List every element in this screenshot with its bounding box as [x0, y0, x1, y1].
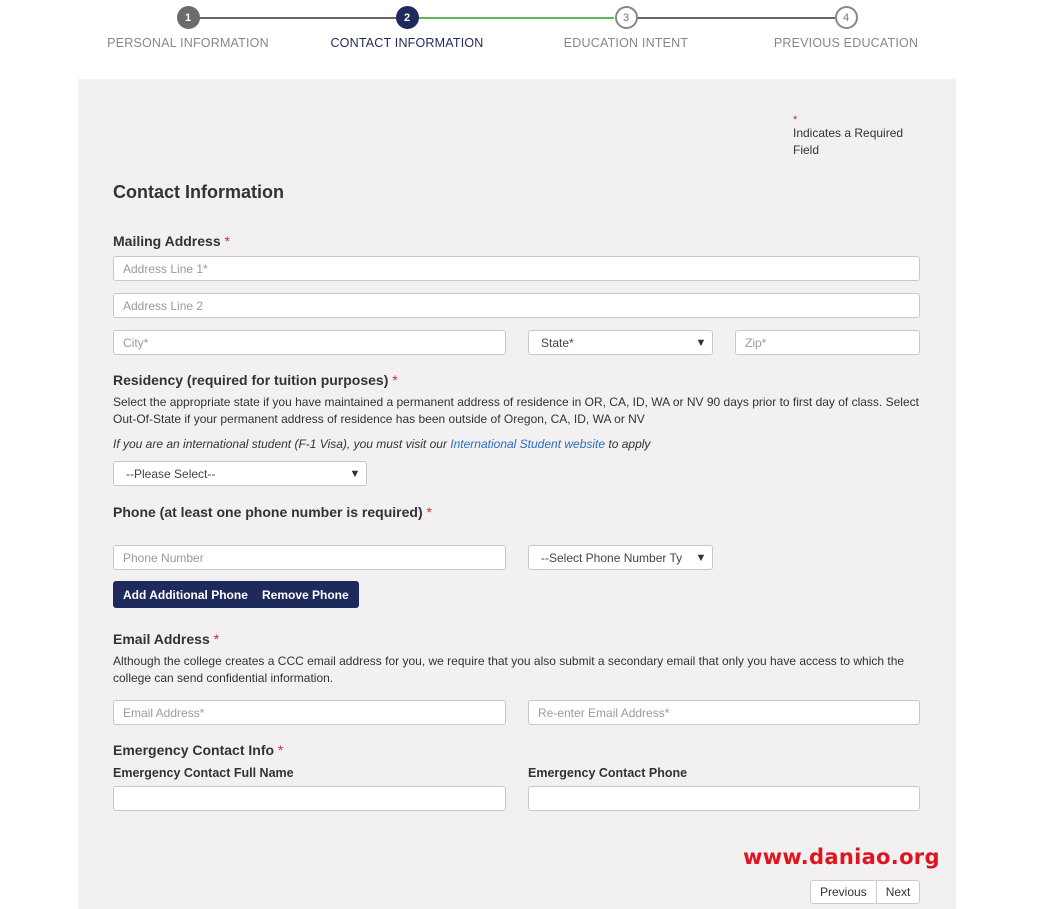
- required-note-text: Indicates a Required Field: [793, 126, 904, 157]
- step-label: PERSONAL INFORMATION: [107, 36, 269, 50]
- email-help-text: Although the college creates a CCC email…: [113, 654, 905, 685]
- step-label: CONTACT INFORMATION: [330, 36, 484, 50]
- step-number: 3: [614, 6, 638, 29]
- phone-type-select[interactable]: --Select Phone Number Ty ▼: [528, 545, 713, 570]
- step-contact-information[interactable]: 2 CONTACT INFORMATION: [287, 6, 527, 50]
- residency-text: Residency (required for tuition purposes…: [113, 372, 389, 388]
- emergency-name-input[interactable]: [113, 786, 506, 811]
- add-additional-phone-button[interactable]: Add Additional Phone: [113, 581, 258, 608]
- intl-note-suffix: to apply: [605, 437, 651, 451]
- required-field-note: * Indicates a Required Field: [793, 115, 923, 159]
- remove-phone-button[interactable]: Remove Phone: [252, 581, 359, 608]
- international-student-link[interactable]: International Student website: [450, 437, 605, 451]
- address-line-2-input[interactable]: [113, 293, 920, 318]
- mailing-address-label: Mailing Address *: [113, 233, 230, 249]
- dropdown-arrow-icon: ▼: [344, 467, 366, 480]
- residency-help-text: Select the appropriate state if you have…: [113, 395, 919, 426]
- step-number: 2: [395, 6, 419, 29]
- dropdown-arrow-icon: ▼: [690, 551, 712, 564]
- pagination: Previous Next: [810, 880, 921, 904]
- progress-stepper: 1 PERSONAL INFORMATION 2 CONTACT INFORMA…: [0, 0, 1057, 70]
- dropdown-arrow-icon: ▼: [690, 336, 712, 349]
- emergency-phone-input[interactable]: [528, 786, 920, 811]
- step-number: 4: [834, 6, 858, 29]
- step-label: PREVIOUS EDUCATION: [773, 36, 919, 50]
- emergency-label-text: Emergency Contact Info: [113, 742, 275, 758]
- required-star: *: [793, 114, 798, 126]
- step-number: 1: [176, 6, 200, 29]
- emergency-phone-label: Emergency Contact Phone: [528, 766, 688, 780]
- mailing-address-text: Mailing Address: [113, 233, 221, 249]
- reenter-email-input[interactable]: [528, 700, 920, 725]
- required-mark: *: [392, 372, 398, 388]
- watermark: www.daniao.org: [743, 845, 940, 869]
- residency-label: Residency (required for tuition purposes…: [113, 372, 398, 388]
- address-line-1-input[interactable]: [113, 256, 920, 281]
- required-mark: *: [213, 631, 220, 647]
- step-previous-education[interactable]: 4 PREVIOUS EDUCATION: [726, 6, 966, 50]
- phone-label-text: Phone (at least one phone number is requ…: [113, 504, 423, 520]
- state-select-value: State*: [541, 335, 574, 350]
- international-student-note: If you are an international student (F-1…: [113, 436, 923, 453]
- email-address-label: Email Address *: [113, 631, 219, 647]
- phone-type-select-value: --Select Phone Number Ty: [541, 550, 683, 565]
- email-label-text: Email Address: [113, 631, 210, 647]
- phone-number-input[interactable]: [113, 545, 506, 570]
- residency-select[interactable]: --Please Select-- ▼: [113, 461, 367, 486]
- page-title: Contact Information: [113, 182, 284, 202]
- form-panel: [78, 79, 956, 909]
- emergency-name-label: Emergency Contact Full Name: [113, 766, 294, 780]
- phone-label: Phone (at least one phone number is requ…: [113, 504, 432, 520]
- residency-select-value: --Please Select--: [126, 466, 216, 481]
- intl-note-prefix: If you are an international student (F-1…: [113, 437, 451, 451]
- required-mark: *: [426, 504, 432, 520]
- state-select[interactable]: State* ▼: [528, 330, 713, 355]
- step-education-intent[interactable]: 3 EDUCATION INTENT: [506, 6, 746, 50]
- required-mark: *: [224, 233, 230, 249]
- city-input[interactable]: [113, 330, 506, 355]
- email-input[interactable]: [113, 700, 506, 725]
- required-mark: *: [277, 742, 284, 758]
- emergency-contact-label: Emergency Contact Info *: [113, 742, 283, 758]
- step-label: EDUCATION INTENT: [563, 36, 689, 50]
- previous-button[interactable]: Previous: [810, 880, 877, 904]
- zip-input[interactable]: [735, 330, 920, 355]
- step-personal-information[interactable]: 1 PERSONAL INFORMATION: [68, 6, 308, 50]
- next-button[interactable]: Next: [876, 880, 921, 904]
